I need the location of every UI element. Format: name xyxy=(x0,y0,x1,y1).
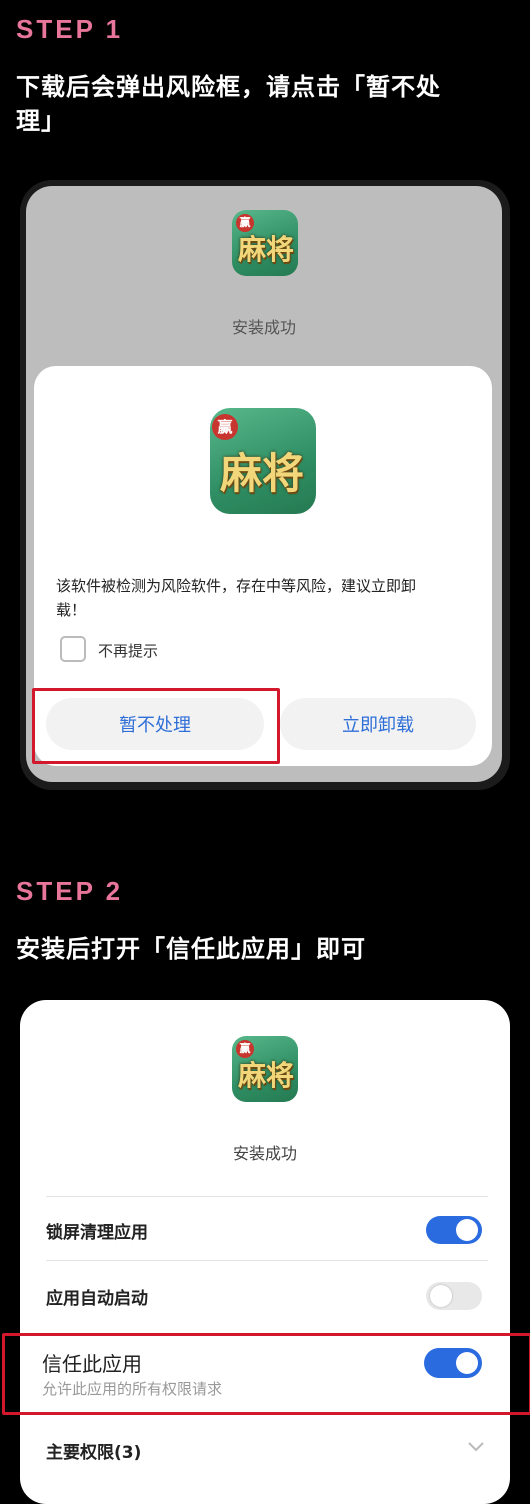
toggle-auto-start[interactable] xyxy=(426,1282,482,1310)
step1-instruction-line1: 下载后会弹出风险框，请点击「暂不处 xyxy=(16,73,441,101)
dont-remind-checkbox[interactable] xyxy=(60,636,86,662)
step1-instruction-line2: 理」 xyxy=(16,107,66,135)
app-icon-text: 麻将 xyxy=(238,1059,295,1092)
dont-remind-label: 不再提示 xyxy=(98,642,159,660)
setting-label-lockscreen-clean: 锁屏清理应用 xyxy=(46,1223,148,1243)
toggle-lockscreen-clean[interactable] xyxy=(426,1216,482,1244)
app-icon-small: 赢 麻将 xyxy=(232,210,298,276)
app-icon-text: 麻将 xyxy=(238,233,295,266)
win-badge-icon: 赢 xyxy=(212,414,238,440)
highlight-ignore-box xyxy=(32,688,280,764)
risk-message-line2: 载！ xyxy=(56,601,87,619)
uninstall-button[interactable]: 立即卸载 xyxy=(280,698,476,750)
step2-title: STEP 2 xyxy=(16,876,124,906)
highlight-trust-box xyxy=(2,1333,530,1415)
permissions-section-label[interactable]: 主要权限(3) xyxy=(46,1438,141,1463)
divider xyxy=(46,1260,488,1261)
app-icon-large: 赢 麻将 xyxy=(210,408,316,514)
step1-title: STEP 1 xyxy=(16,14,124,44)
divider xyxy=(46,1196,488,1197)
risk-warning-message: 该软件被检测为风险软件，存在中等风险，建议立即卸 载！ xyxy=(56,574,476,622)
setting-label-auto-start: 应用自动启动 xyxy=(46,1289,148,1309)
app-icon-text: 麻将 xyxy=(220,449,305,498)
step2-instruction: 安装后打开「信任此应用」即可 xyxy=(16,935,366,963)
step1-instruction: 下载后会弹出风险框，请点击「暂不处 理」 xyxy=(16,70,441,138)
risk-message-line1: 该软件被检测为风险软件，存在中等风险，建议立即卸 xyxy=(56,577,417,595)
install-status-label: 安装成功 xyxy=(232,1144,297,1163)
app-icon-small: 赢 麻将 xyxy=(232,1036,298,1102)
chevron-down-icon[interactable] xyxy=(466,1440,486,1454)
phone-screenshot-2: 赢 麻将 安装成功 锁屏清理应用 应用自动启动 信任此应用 允许此应用的所有权限… xyxy=(20,1000,510,1504)
install-status-label: 安装成功 xyxy=(231,318,296,337)
